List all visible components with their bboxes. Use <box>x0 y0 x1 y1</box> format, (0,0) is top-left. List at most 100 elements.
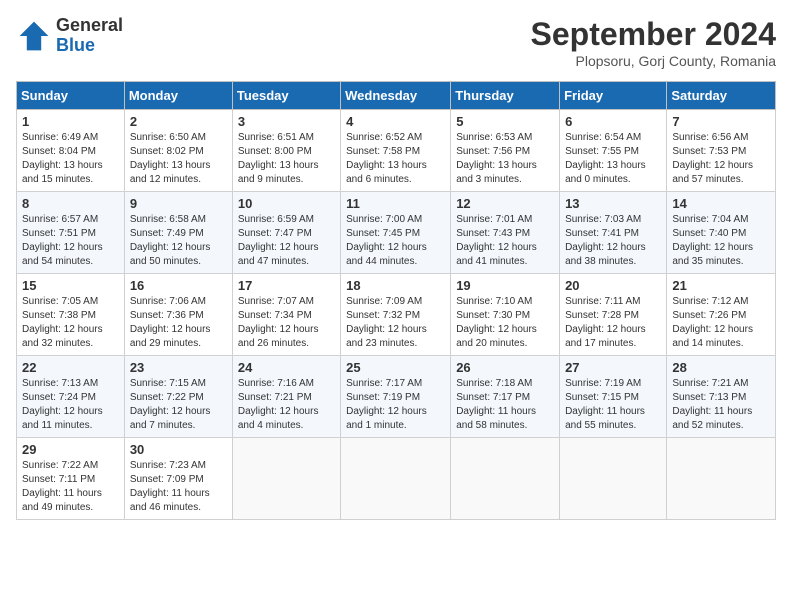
day-number: 7 <box>672 114 770 129</box>
day-info: Sunrise: 7:04 AM Sunset: 7:40 PM Dayligh… <box>672 213 770 269</box>
logo-text: General Blue <box>56 16 123 56</box>
day-info: Sunrise: 7:19 AM Sunset: 7:15 PM Dayligh… <box>565 377 661 433</box>
calendar-cell <box>341 438 451 520</box>
day-info: Sunrise: 6:58 AM Sunset: 7:49 PM Dayligh… <box>130 213 227 269</box>
calendar-cell: 19 Sunrise: 7:10 AM Sunset: 7:30 PM Dayli… <box>451 274 560 356</box>
day-number: 14 <box>672 196 770 211</box>
day-number: 11 <box>346 196 445 211</box>
day-info: Sunrise: 6:50 AM Sunset: 8:02 PM Dayligh… <box>130 131 227 187</box>
calendar-header-row: SundayMondayTuesdayWednesdayThursdayFrid… <box>17 82 776 110</box>
calendar-cell: 15 Sunrise: 7:05 AM Sunset: 7:38 PM Dayli… <box>17 274 125 356</box>
day-number: 15 <box>22 278 119 293</box>
day-info: Sunrise: 7:10 AM Sunset: 7:30 PM Dayligh… <box>456 295 554 351</box>
logo-blue-text: Blue <box>56 36 123 56</box>
calendar-cell: 10Sunrise: 6:59 AM Sunset: 7:47 PM Dayli… <box>232 192 340 274</box>
day-info: Sunrise: 6:51 AM Sunset: 8:00 PM Dayligh… <box>238 131 335 187</box>
calendar-header-thursday: Thursday <box>451 82 560 110</box>
day-number: 13 <box>565 196 661 211</box>
day-info: Sunrise: 7:21 AM Sunset: 7:13 PM Dayligh… <box>672 377 770 433</box>
day-info: Sunrise: 7:23 AM Sunset: 7:09 PM Dayligh… <box>130 459 227 515</box>
day-info: Sunrise: 7:09 AM Sunset: 7:32 PM Dayligh… <box>346 295 445 351</box>
calendar-header-saturday: Saturday <box>667 82 776 110</box>
day-info: Sunrise: 7:07 AM Sunset: 7:34 PM Dayligh… <box>238 295 335 351</box>
day-number: 30 <box>130 442 227 457</box>
logo-icon <box>16 18 52 54</box>
calendar-cell: 3 Sunrise: 6:51 AM Sunset: 8:00 PM Daylig… <box>232 110 340 192</box>
calendar-body: 1 Sunrise: 6:49 AM Sunset: 8:04 PM Daylig… <box>17 110 776 520</box>
day-number: 1 <box>22 114 119 129</box>
calendar-cell: 28 Sunrise: 7:21 AM Sunset: 7:13 PM Dayli… <box>667 356 776 438</box>
day-number: 20 <box>565 278 661 293</box>
location: Plopsoru, Gorj County, Romania <box>531 53 776 69</box>
calendar-cell: 7Sunrise: 6:56 AM Sunset: 7:53 PM Daylig… <box>667 110 776 192</box>
month-title: September 2024 <box>531 16 776 53</box>
day-number: 8 <box>22 196 119 211</box>
day-number: 28 <box>672 360 770 375</box>
day-number: 3 <box>238 114 335 129</box>
day-info: Sunrise: 6:59 AM Sunset: 7:47 PM Dayligh… <box>238 213 335 269</box>
calendar-cell: 22 Sunrise: 7:13 AM Sunset: 7:24 PM Dayli… <box>17 356 125 438</box>
day-info: Sunrise: 7:06 AM Sunset: 7:36 PM Dayligh… <box>130 295 227 351</box>
calendar-week-1: 1 Sunrise: 6:49 AM Sunset: 8:04 PM Daylig… <box>17 110 776 192</box>
day-number: 19 <box>456 278 554 293</box>
calendar-cell: 18Sunrise: 7:09 AM Sunset: 7:32 PM Dayli… <box>341 274 451 356</box>
calendar-cell: 25 Sunrise: 7:17 AM Sunset: 7:19 PM Dayli… <box>341 356 451 438</box>
day-number: 26 <box>456 360 554 375</box>
day-number: 27 <box>565 360 661 375</box>
calendar-cell: 5Sunrise: 6:53 AM Sunset: 7:56 PM Daylig… <box>451 110 560 192</box>
day-info: Sunrise: 6:57 AM Sunset: 7:51 PM Dayligh… <box>22 213 119 269</box>
calendar-week-2: 8 Sunrise: 6:57 AM Sunset: 7:51 PM Daylig… <box>17 192 776 274</box>
calendar-cell <box>232 438 340 520</box>
calendar-cell: 20 Sunrise: 7:11 AM Sunset: 7:28 PM Dayli… <box>560 274 667 356</box>
day-info: Sunrise: 7:01 AM Sunset: 7:43 PM Dayligh… <box>456 213 554 269</box>
calendar-table: SundayMondayTuesdayWednesdayThursdayFrid… <box>16 81 776 520</box>
day-number: 25 <box>346 360 445 375</box>
day-info: Sunrise: 7:15 AM Sunset: 7:22 PM Dayligh… <box>130 377 227 433</box>
calendar-cell: 6Sunrise: 6:54 AM Sunset: 7:55 PM Daylig… <box>560 110 667 192</box>
calendar-cell <box>667 438 776 520</box>
calendar-header-monday: Monday <box>124 82 232 110</box>
day-number: 2 <box>130 114 227 129</box>
calendar-cell: 27 Sunrise: 7:19 AM Sunset: 7:15 PM Dayli… <box>560 356 667 438</box>
page-header: General Blue September 2024 Plopsoru, Go… <box>16 16 776 69</box>
calendar-cell: 23 Sunrise: 7:15 AM Sunset: 7:22 PM Dayli… <box>124 356 232 438</box>
day-number: 24 <box>238 360 335 375</box>
calendar-header-friday: Friday <box>560 82 667 110</box>
day-info: Sunrise: 7:18 AM Sunset: 7:17 PM Dayligh… <box>456 377 554 433</box>
calendar-cell: 13 Sunrise: 7:03 AM Sunset: 7:41 PM Dayli… <box>560 192 667 274</box>
calendar-week-3: 15 Sunrise: 7:05 AM Sunset: 7:38 PM Dayli… <box>17 274 776 356</box>
day-info: Sunrise: 6:52 AM Sunset: 7:58 PM Dayligh… <box>346 131 445 187</box>
calendar-cell: 11Sunrise: 7:00 AM Sunset: 7:45 PM Dayli… <box>341 192 451 274</box>
calendar-cell: 9 Sunrise: 6:58 AM Sunset: 7:49 PM Daylig… <box>124 192 232 274</box>
logo-general-text: General <box>56 16 123 36</box>
day-number: 5 <box>456 114 554 129</box>
calendar-cell: 30 Sunrise: 7:23 AM Sunset: 7:09 PM Dayli… <box>124 438 232 520</box>
day-number: 22 <box>22 360 119 375</box>
day-info: Sunrise: 6:49 AM Sunset: 8:04 PM Dayligh… <box>22 131 119 187</box>
calendar-cell: 24 Sunrise: 7:16 AM Sunset: 7:21 PM Dayli… <box>232 356 340 438</box>
calendar-cell: 2 Sunrise: 6:50 AM Sunset: 8:02 PM Daylig… <box>124 110 232 192</box>
day-info: Sunrise: 7:17 AM Sunset: 7:19 PM Dayligh… <box>346 377 445 433</box>
day-number: 21 <box>672 278 770 293</box>
calendar-cell: 8 Sunrise: 6:57 AM Sunset: 7:51 PM Daylig… <box>17 192 125 274</box>
day-info: Sunrise: 7:16 AM Sunset: 7:21 PM Dayligh… <box>238 377 335 433</box>
day-info: Sunrise: 7:03 AM Sunset: 7:41 PM Dayligh… <box>565 213 661 269</box>
logo: General Blue <box>16 16 123 56</box>
day-info: Sunrise: 7:05 AM Sunset: 7:38 PM Dayligh… <box>22 295 119 351</box>
calendar-week-5: 29Sunrise: 7:22 AM Sunset: 7:11 PM Dayli… <box>17 438 776 520</box>
calendar-cell: 12Sunrise: 7:01 AM Sunset: 7:43 PM Dayli… <box>451 192 560 274</box>
calendar-cell: 29Sunrise: 7:22 AM Sunset: 7:11 PM Dayli… <box>17 438 125 520</box>
calendar-cell: 4Sunrise: 6:52 AM Sunset: 7:58 PM Daylig… <box>341 110 451 192</box>
calendar-cell <box>560 438 667 520</box>
calendar-cell: 1 Sunrise: 6:49 AM Sunset: 8:04 PM Daylig… <box>17 110 125 192</box>
calendar-cell: 17 Sunrise: 7:07 AM Sunset: 7:34 PM Dayli… <box>232 274 340 356</box>
day-info: Sunrise: 7:11 AM Sunset: 7:28 PM Dayligh… <box>565 295 661 351</box>
calendar-header-sunday: Sunday <box>17 82 125 110</box>
calendar-cell: 26 Sunrise: 7:18 AM Sunset: 7:17 PM Dayli… <box>451 356 560 438</box>
day-number: 23 <box>130 360 227 375</box>
day-number: 17 <box>238 278 335 293</box>
calendar-cell: 16Sunrise: 7:06 AM Sunset: 7:36 PM Dayli… <box>124 274 232 356</box>
calendar-week-4: 22 Sunrise: 7:13 AM Sunset: 7:24 PM Dayli… <box>17 356 776 438</box>
day-info: Sunrise: 7:13 AM Sunset: 7:24 PM Dayligh… <box>22 377 119 433</box>
day-number: 9 <box>130 196 227 211</box>
